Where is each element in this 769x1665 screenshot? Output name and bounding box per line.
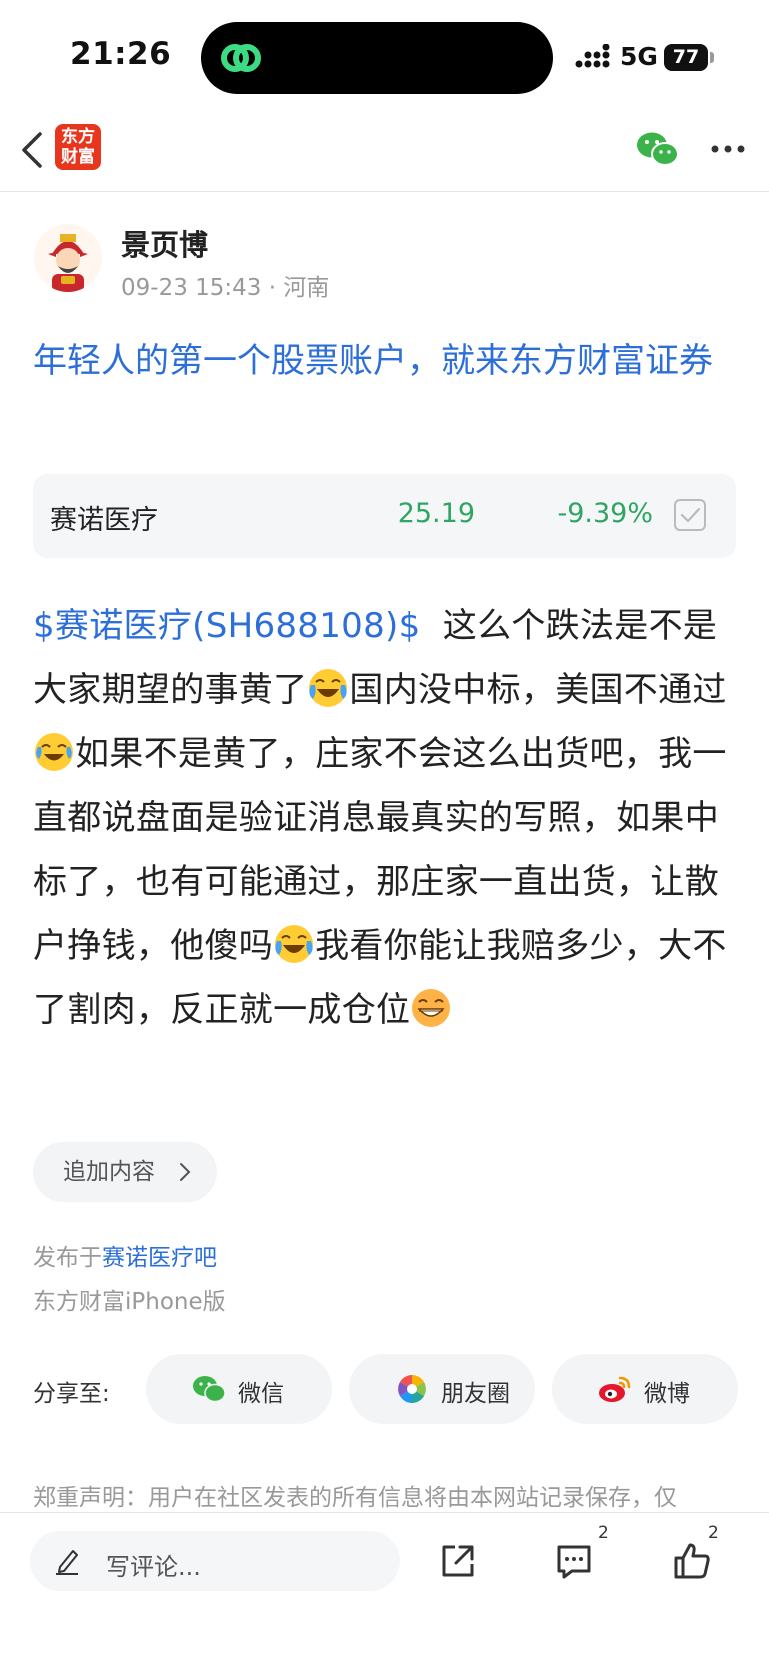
caishen-avatar-icon bbox=[34, 224, 102, 292]
post-device: 东方财富iPhone版 bbox=[33, 1289, 226, 1315]
like-count: 2 bbox=[708, 1523, 719, 1543]
wechat-icon bbox=[193, 1376, 226, 1403]
dynamic-island bbox=[201, 22, 553, 94]
stock-price: 25.19 bbox=[397, 498, 475, 529]
bottom-action-bar: 写评论... 2 2 bbox=[0, 1512, 769, 1665]
comment-input[interactable]: 写评论... bbox=[30, 1531, 400, 1591]
signal-icon bbox=[575, 44, 610, 68]
wechat-share-icon[interactable] bbox=[636, 130, 680, 168]
stock-tag-link[interactable]: $赛诺医疗(SH688108)$ bbox=[33, 606, 421, 646]
append-content-button[interactable]: 追加内容 bbox=[33, 1142, 217, 1202]
share-out-icon[interactable] bbox=[438, 1541, 478, 1581]
link-app-icon bbox=[221, 44, 261, 72]
network-type: 5G bbox=[620, 42, 658, 71]
tears-of-joy-emoji-icon bbox=[35, 733, 73, 771]
chevron-right-icon bbox=[180, 1163, 191, 1181]
append-content-label: 追加内容 bbox=[63, 1159, 155, 1185]
battery-tip bbox=[710, 52, 714, 63]
nav-bar: 东方 财富 bbox=[0, 110, 769, 192]
share-weibo-button[interactable]: 微博 bbox=[552, 1354, 738, 1424]
stock-bar-link[interactable]: 赛诺医疗吧 bbox=[102, 1245, 217, 1271]
share-moments-button[interactable]: 朋友圈 bbox=[349, 1354, 535, 1424]
stock-change-percent: -9.39% bbox=[557, 498, 653, 529]
post-title-ad-link[interactable]: 年轻人的第一个股票账户，就来东方财富证券 bbox=[33, 332, 738, 390]
status-time: 21:26 bbox=[70, 36, 172, 72]
eastmoney-logo[interactable]: 东方 财富 bbox=[55, 124, 101, 170]
share-wechat-button[interactable]: 微信 bbox=[146, 1354, 332, 1424]
back-arrow-icon[interactable] bbox=[16, 128, 48, 172]
post-time-location: 09-23 15:43 · 河南 bbox=[121, 275, 330, 301]
body-text-2: 国内没中标，美国不通过 bbox=[349, 670, 727, 710]
crying-laughing-emoji-icon bbox=[309, 669, 348, 707]
author-avatar[interactable] bbox=[34, 224, 102, 292]
battery-icon: 77 bbox=[664, 44, 708, 71]
disclaimer-text: 郑重声明：用户在社区发表的所有信息将由本网站记录保存，仅 bbox=[33, 1485, 677, 1511]
status-bar: 21:26 5G 77 bbox=[0, 0, 769, 110]
author-name[interactable]: 景页博 bbox=[121, 222, 208, 264]
weibo-icon bbox=[599, 1376, 631, 1402]
pencil-icon bbox=[56, 1550, 78, 1575]
comment-icon[interactable] bbox=[554, 1541, 594, 1581]
share-moments-label: 朋友圈 bbox=[441, 1381, 510, 1407]
grinning-emoji-icon bbox=[412, 989, 451, 1027]
post-body: $赛诺医疗(SH688108)$ 这么个跌法是不是大家期望的事黄了 国内没中标，… bbox=[33, 594, 738, 1042]
share-label: 分享至: bbox=[33, 1381, 110, 1407]
share-wechat-label: 微信 bbox=[238, 1381, 284, 1407]
thumbs-up-icon[interactable] bbox=[672, 1541, 712, 1581]
share-weibo-label: 微博 bbox=[644, 1381, 690, 1407]
published-in: 发布于赛诺医疗吧 bbox=[33, 1238, 217, 1272]
stock-name: 赛诺医疗 bbox=[50, 505, 158, 536]
logo-line2: 财富 bbox=[61, 147, 95, 167]
add-watchlist-checkbox-icon[interactable] bbox=[673, 498, 707, 532]
logo-line1: 东方 bbox=[61, 127, 95, 147]
comment-count: 2 bbox=[598, 1523, 609, 1543]
moments-icon bbox=[398, 1375, 426, 1403]
comment-placeholder: 写评论... bbox=[106, 1553, 201, 1581]
crying-laughing-emoji-icon bbox=[275, 925, 314, 963]
published-prefix: 发布于 bbox=[33, 1245, 102, 1271]
more-options-icon[interactable] bbox=[710, 144, 746, 154]
stock-quote-card[interactable]: 赛诺医疗 25.19 -9.39% bbox=[33, 474, 736, 558]
